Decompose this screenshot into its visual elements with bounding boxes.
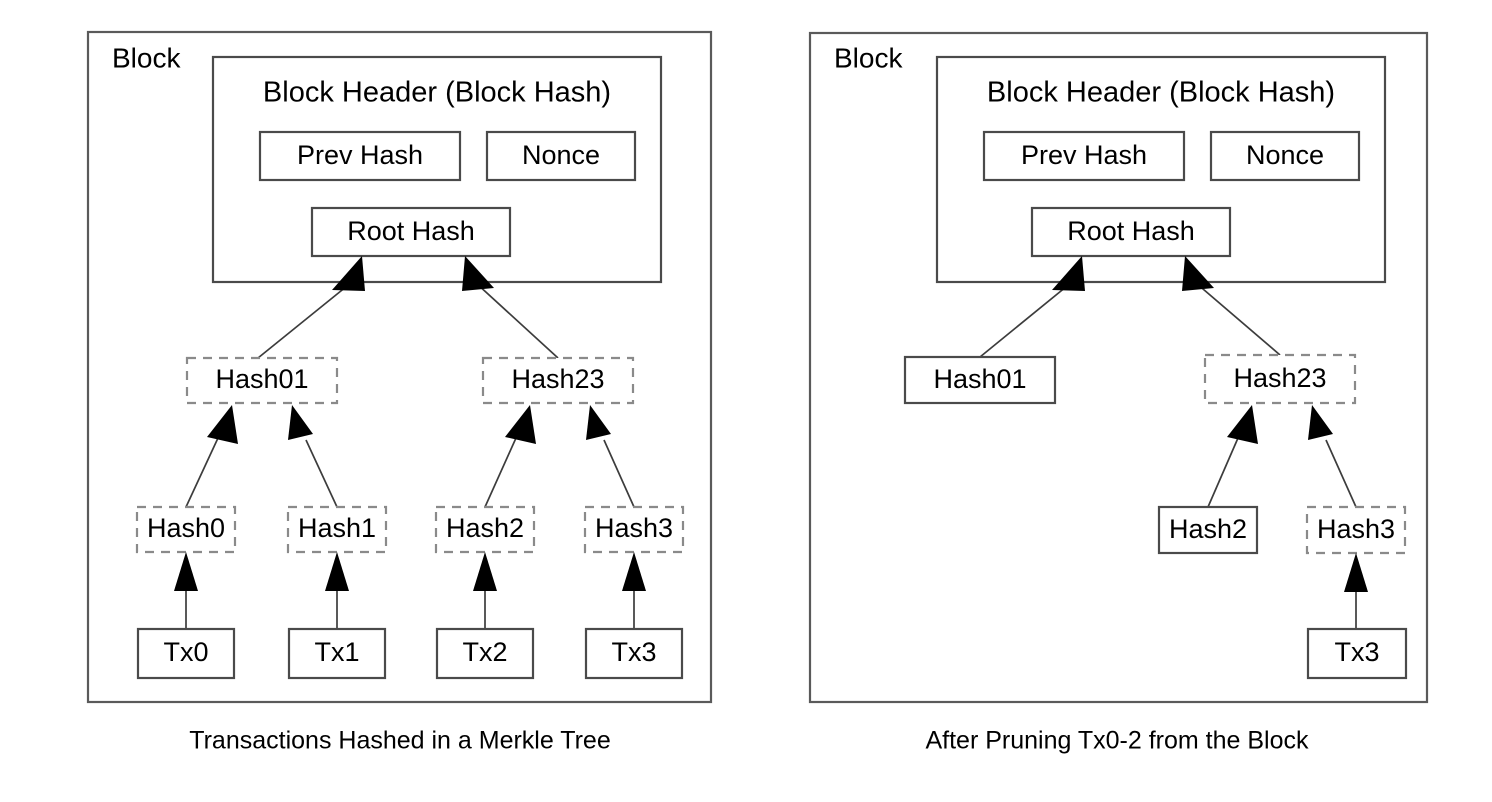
hash0-label-left: Hash0 (147, 513, 225, 543)
panel-right: Block Block Header (Block Hash) Prev Has… (808, 31, 1429, 755)
nonce-label-left: Nonce (522, 140, 600, 170)
tx3-label-right: Tx3 (1334, 637, 1379, 667)
hash1-label-left: Hash1 (298, 513, 376, 543)
hash2-label-right: Hash2 (1169, 514, 1247, 544)
caption-left: Transactions Hashed in a Merkle Tree (189, 727, 610, 755)
caption-right: After Pruning Tx0-2 from the Block (925, 727, 1309, 755)
root-hash-label-right: Root Hash (1067, 216, 1195, 246)
prev-hash-label-left: Prev Hash (297, 140, 423, 170)
tx2-label-left: Tx2 (462, 637, 507, 667)
hash01-label-left: Hash01 (215, 364, 308, 394)
nonce-label-right: Nonce (1246, 140, 1324, 170)
merkle-tree-diagram: Block Block Header (Block Hash) Prev Has… (0, 0, 1492, 802)
hash2-label-left: Hash2 (446, 513, 524, 543)
hash23-label-right: Hash23 (1233, 363, 1326, 393)
tx3-label-left: Tx3 (611, 637, 656, 667)
block-label-left: Block (112, 42, 181, 73)
hash3-label-left: Hash3 (595, 513, 673, 543)
prev-hash-label-right: Prev Hash (1021, 140, 1147, 170)
hash3-label-right: Hash3 (1317, 514, 1395, 544)
tx1-label-left: Tx1 (314, 637, 359, 667)
tx0-label-left: Tx0 (163, 637, 208, 667)
hash23-label-left: Hash23 (511, 364, 604, 394)
panel-left: Block Block Header (Block Hash) Prev Has… (86, 30, 713, 755)
block-header-title-right: Block Header (Block Hash) (987, 77, 1335, 109)
block-header-title-left: Block Header (Block Hash) (263, 77, 611, 109)
block-label-right: Block (834, 42, 903, 73)
hash01-label-right: Hash01 (933, 364, 1026, 394)
root-hash-label-left: Root Hash (347, 216, 475, 246)
